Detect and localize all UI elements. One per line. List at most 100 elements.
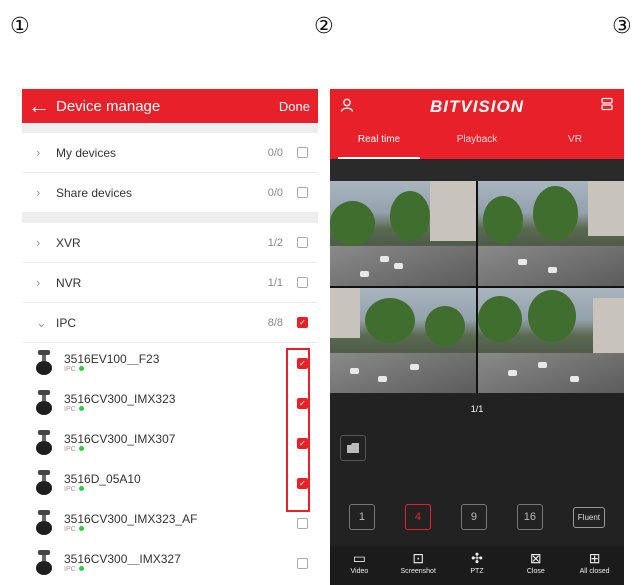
bitvision-header: BITVISION [330,89,624,124]
all-closed-button[interactable]: ⊞ All closed [565,546,624,585]
selection-highlight-box [286,348,310,512]
chevron-right-icon: › [36,235,41,250]
device-checkbox[interactable] [297,557,308,569]
layout-16-split-icon[interactable]: 16 [516,504,543,530]
device-name: 3516CV300_IMX323_AF [64,511,198,526]
device-type: IPC [64,486,297,494]
type-label: XVR [56,235,81,250]
group-row-share-devices[interactable]: › Share devices 0/0 [22,173,318,213]
dome-camera-icon [32,348,56,378]
chevron-right-icon: › [36,185,41,200]
step-number-1: ① [10,14,30,39]
ptz-button[interactable]: ✣ PTZ [448,546,507,585]
type-row-nvr[interactable]: › NVR 1/1 [22,263,318,303]
video-feed-1[interactable] [330,181,476,286]
device-name: 3516CV300_IMX307 [64,431,176,446]
type-checkbox[interactable]: ✓ [297,317,308,328]
group-checkbox[interactable] [297,187,308,198]
group-row-my-devices[interactable]: › My devices 0/0 [22,133,318,173]
device-type: IPC [64,406,297,414]
video-button[interactable]: ▭ Video [330,546,389,585]
brand-logo: BITVISION [429,96,524,116]
device-name: 3516D_05A10 [64,471,141,486]
page-title: Device manage [56,97,161,115]
group-count: 0/0 [267,186,283,199]
tab-playback[interactable]: Playback [428,124,526,159]
action-bar: ▭ Video ⊡ Screenshot ✣ PTZ ⊠ Close ⊞ All… [330,546,624,585]
video-feed-3[interactable] [330,288,476,393]
video-icon: ▭ [352,550,367,566]
tab-vr[interactable]: VR [526,124,624,159]
type-checkbox[interactable] [297,277,308,288]
device-info: 3516EV100＿F23 IPC [64,351,297,374]
device-row[interactable]: 3516D_05A10 IPC ✓ [22,463,318,503]
step-number-3: ③ [612,14,632,39]
device-row[interactable]: 3516CV300_IMX323 IPC ✓ [22,383,318,423]
device-row[interactable]: 3516CV300_IMX307 IPC ✓ [22,423,318,463]
device-manage-screen: ← Device manage Done › My devices 0/0 › … [22,89,318,585]
type-row-xvr[interactable]: › XVR 1/2 [22,223,318,263]
section-divider [22,213,318,223]
chevron-down-icon: ⌄ [36,314,47,330]
device-row[interactable]: 3516CV300＿IMX327 IPC [22,543,318,583]
device-list-icon[interactable] [600,97,614,116]
layout-4-split-icon[interactable]: 4 [404,504,431,530]
type-checkbox[interactable] [297,237,308,248]
online-status-icon [78,486,84,492]
device-type: IPC [64,526,297,534]
layout-1-split-icon[interactable]: 1 [348,504,375,530]
ptz-icon: ✣ [471,550,483,566]
done-button[interactable]: Done [279,99,310,114]
device-row[interactable]: 3516EV100＿F23 IPC ✓ [22,343,318,383]
chevron-right-icon: › [36,275,41,290]
back-arrow-icon[interactable]: ← [28,95,56,117]
video-feed-2[interactable] [478,181,624,286]
type-row-ipc[interactable]: ⌄ IPC 8/8 ✓ [22,303,318,343]
action-label: Video [350,568,369,575]
action-label: Close [526,568,545,575]
quality-fluent-button[interactable]: Fluent [572,506,606,528]
step-number-2: ② [314,14,334,39]
close-icon: ⊠ [529,550,542,566]
chevron-right-icon: › [36,145,41,160]
device-list: 3516EV100＿F23 IPC ✓ 3516CV300_IMX323 IPC ✓ 351… [22,343,318,583]
device-info: 3516CV300_IMX323 IPC [64,391,297,414]
group-checkbox[interactable] [297,147,308,158]
layout-selector: 1 4 9 16 Fluent [330,497,624,537]
device-row[interactable]: 3516CV300_IMX323_AF IPC [22,503,318,543]
device-name: 3516CV300_IMX323 [64,391,176,406]
device-info: 3516D_05A10 IPC [64,471,297,494]
dome-camera-icon [32,388,56,418]
record-list-icon[interactable] [340,435,366,461]
type-label: NVR [56,275,82,290]
view-tabs: Real time Playback VR [330,124,624,159]
device-info: 3516CV300＿IMX327 IPC [64,552,297,574]
control-area [330,425,624,497]
close-button[interactable]: ⊠ Close [506,546,565,585]
user-icon[interactable] [340,98,354,116]
action-label: All closed [579,568,610,575]
group-label: Share devices [56,185,133,200]
online-status-icon [78,366,84,372]
type-count: 8/8 [267,316,283,329]
device-checkbox[interactable] [297,517,308,529]
tab-real-time[interactable]: Real time [330,124,428,159]
device-type: IPC [64,446,297,454]
online-status-icon [78,566,84,572]
section-divider [22,123,318,133]
dome-camera-icon [32,548,56,578]
video-feed-4[interactable] [478,288,624,393]
device-name: 3516EV100＿F23 [64,351,160,366]
online-status-icon [78,406,84,412]
screenshot-button[interactable]: ⊡ Screenshot [389,546,448,585]
layout-9-split-icon[interactable]: 9 [460,504,487,530]
device-info: 3516CV300_IMX323_AF IPC [64,511,297,534]
group-label: My devices [56,145,117,160]
device-type: IPC [64,566,297,574]
video-grid [330,181,624,393]
device-manage-header: ← Device manage Done [22,89,318,123]
action-label: Screenshot [400,568,436,575]
panel-3-edge [630,89,641,585]
type-count: 1/2 [267,236,283,249]
screenshot-icon: ⊡ [412,550,425,566]
